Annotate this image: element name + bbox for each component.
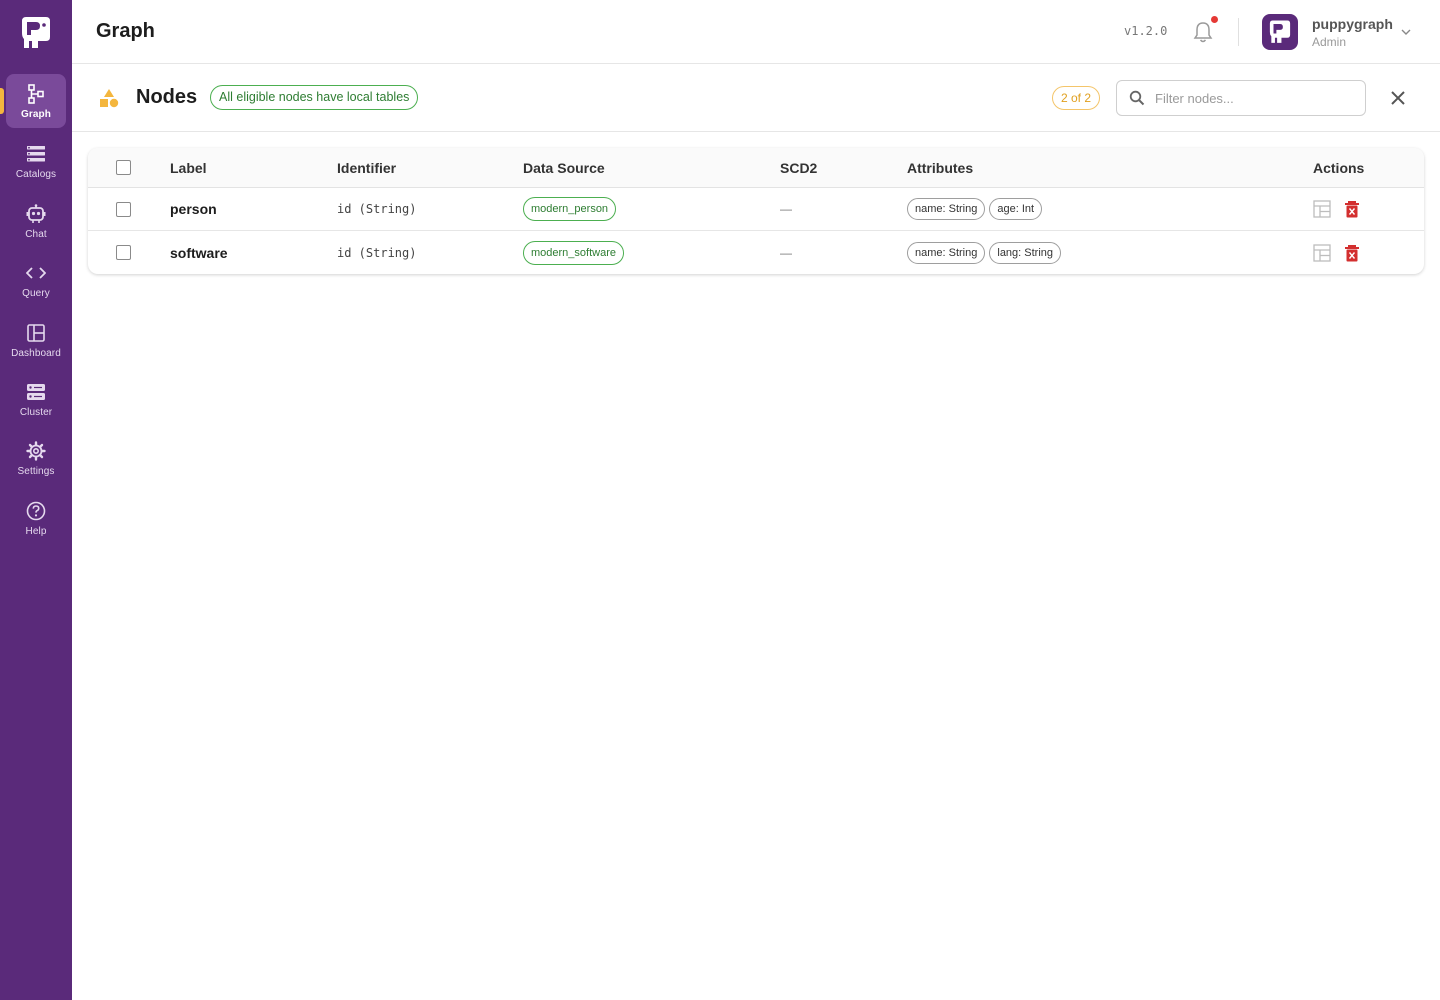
attribute-chip: name: String [907,241,986,264]
search-input[interactable] [1155,90,1355,106]
sidebar-item-chat[interactable]: Chat [6,194,66,248]
scd2-value: — [780,245,792,260]
close-icon[interactable] [1388,88,1408,108]
bell-icon[interactable] [1192,20,1214,44]
table-header: Label Identifier Data Source SCD2 Attrib… [88,148,1424,188]
avatar[interactable] [1262,14,1298,50]
sidebar-item-label: Chat [25,228,47,240]
sidebar-item-label: Help [25,525,47,537]
sidebar-item-cluster[interactable]: Cluster [6,372,66,426]
column-header-data-source[interactable]: Data Source [523,148,605,187]
chat-bot-icon [25,203,47,225]
sidebar-item-graph[interactable]: Graph [6,74,66,128]
sidebar-item-label: Query [22,287,50,299]
gear-icon [25,440,47,462]
code-icon [25,262,47,284]
delete-icon[interactable] [1343,200,1361,218]
notification-dot [1211,16,1218,23]
search-icon [1129,90,1145,106]
column-header-scd2[interactable]: SCD2 [780,148,817,187]
sidebar-item-dashboard[interactable]: Dashboard [6,313,66,367]
row-checkbox[interactable] [116,201,131,217]
node-label[interactable]: person [170,188,217,230]
select-all-checkbox[interactable] [116,160,131,175]
puppygraph-avatar-icon [1269,20,1291,43]
cluster-icon [25,381,47,403]
user-name[interactable]: puppygraph [1312,16,1393,32]
data-source-chip[interactable]: modern_software [523,240,624,265]
column-header-actions: Actions [1313,159,1365,176]
sidebar-item-label: Cluster [19,406,53,418]
status-badge: All eligible nodes have local tables [210,85,419,110]
nodes-panel-header: Nodes All eligible nodes have local tabl… [72,64,1440,132]
table-layout-icon[interactable] [1313,200,1331,218]
active-nav-marker [0,88,4,114]
sidebar-item-settings[interactable]: Settings [6,431,66,485]
attribute-chip: lang: String [989,241,1062,264]
table-layout-icon[interactable] [1313,243,1331,262]
panel-title: Nodes [136,86,198,108]
attribute-chip: name: String [907,198,986,220]
column-header-attributes[interactable]: Attributes [907,148,973,187]
sidebar-item-label: Catalogs [15,168,57,180]
data-source-chip[interactable]: modern_person [523,197,617,221]
row-checkbox[interactable] [116,245,131,260]
top-header: Graph v1.2.0 puppygraph Admin [72,0,1440,64]
sidebar-item-catalogs[interactable]: Catalogs [6,134,66,188]
shapes-icon [100,89,119,108]
column-header-identifier[interactable]: Identifier [337,148,396,187]
search-box[interactable] [1116,80,1366,116]
nodes-table: Label Identifier Data Source SCD2 Attrib… [88,148,1424,274]
scd2-value: — [780,202,792,216]
table-row[interactable]: person id (String) modern_person — name:… [88,188,1424,231]
column-header-label[interactable]: Label [170,148,207,187]
page-title: Graph [96,20,155,42]
node-identifier: id (String) [337,245,417,260]
sidebar: Graph Catalogs Chat Query Dashboard Clus… [0,0,72,1000]
chevron-down-icon[interactable] [1400,26,1412,38]
sidebar-item-query[interactable]: Query [6,253,66,307]
graph-icon [25,83,47,105]
node-label[interactable]: software [170,231,228,274]
puppygraph-logo-icon[interactable] [18,15,54,51]
table-row[interactable]: software id (String) modern_software — n… [88,231,1424,274]
version-label: v1.2.0 [1124,24,1168,38]
sidebar-item-label: Graph [21,108,51,120]
catalogs-icon [25,143,47,165]
dashboard-icon [25,322,47,344]
count-badge: 2 of 2 [1052,86,1101,110]
sidebar-item-help[interactable]: Help [6,491,66,545]
attribute-chip: age: Int [989,198,1043,220]
header-divider [1238,18,1239,46]
sidebar-item-label: Settings [17,465,55,477]
delete-icon[interactable] [1343,244,1361,262]
user-role: Admin [1312,35,1347,49]
node-identifier: id (String) [337,202,417,216]
sidebar-item-label: Dashboard [11,347,61,359]
help-icon [25,500,47,522]
